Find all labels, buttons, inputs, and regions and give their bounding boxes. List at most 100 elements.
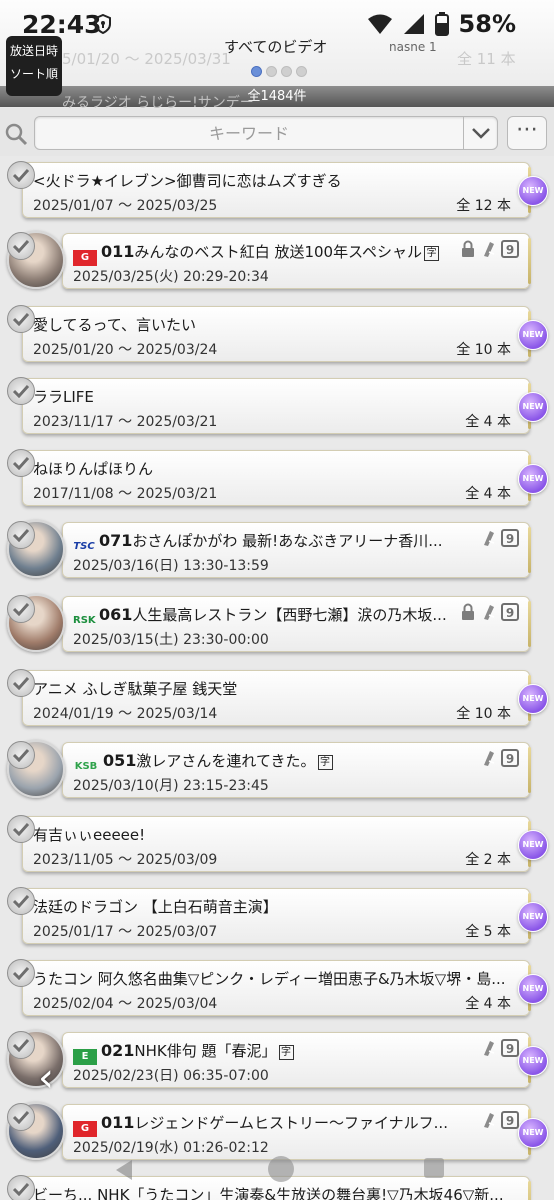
select-checkbox[interactable] <box>7 959 35 987</box>
copy-icon <box>484 751 495 766</box>
new-badge: NEW <box>518 902 548 932</box>
top-header: 22:43 58% 5/01/20 〜 2025/03/31 全 11 本 放送… <box>0 0 554 96</box>
series-row[interactable]: <火ドラ★イレブン>御曹司に恋はムズすぎる 2025/01/07 〜 2025/… <box>0 158 554 220</box>
series-title: ララLIFE <box>33 388 94 406</box>
page-dot[interactable] <box>281 66 292 77</box>
series-row[interactable]: うたコン 阿久悠名曲集▽ピンク・レディー増田恵子&乃木坂▽堺・島... 2025… <box>0 956 554 1018</box>
series-dates: 2017/11/08 〜 2025/03/21 <box>33 486 218 502</box>
series-row[interactable]: 有吉ぃぃeeeee! 2023/11/05 〜 2025/03/09 全 2 本… <box>0 812 554 874</box>
recording-row[interactable]: KSB 051激レアさんを連れてきた。字 2025/03/10(月) 23:15-… <box>0 738 554 800</box>
copy-icon <box>484 1113 495 1128</box>
recording-title: G 011みんなのベスト紅白 放送100年スペシャル字 <box>73 241 440 266</box>
episode-count: 全 10 本 <box>456 342 511 358</box>
select-checkbox[interactable] <box>7 669 35 697</box>
program-title: 激レアさんを連れてきた。 <box>136 752 316 770</box>
keyword-dropdown[interactable] <box>463 117 497 149</box>
device-name[interactable]: nasne 1 <box>389 40 437 54</box>
channel-number: 011 <box>101 242 135 261</box>
select-checkbox[interactable] <box>7 521 35 549</box>
recording-title: TSC 071おさんぽかがわ 最新!あなぶきアリーナ香川... <box>73 530 442 555</box>
svg-text:9: 9 <box>506 752 514 766</box>
select-checkbox[interactable] <box>7 1103 35 1131</box>
more-options-button[interactable]: ⋯ <box>507 116 547 150</box>
ghost-dates: 5/01/20 〜 2025/03/31 <box>62 50 231 68</box>
recording-status-icons: 9 <box>480 749 519 767</box>
recording-row[interactable]: TSC 071おさんぽかがわ 最新!あなぶきアリーナ香川... 2025/03/1… <box>0 518 554 580</box>
status-time: 22:43 <box>22 10 102 39</box>
ghost-count: 全 11 本 <box>457 50 516 68</box>
recording-card[interactable]: KSB 051激レアさんを連れてきた。字 2025/03/10(月) 23:15-… <box>62 742 531 798</box>
series-row[interactable]: 法廷のドラゴン 【上白石萌音主演】 2025/01/17 〜 2025/03/0… <box>0 884 554 946</box>
episode-count: 全 10 本 <box>456 706 511 722</box>
recording-card[interactable]: RSK 061人生最高レストラン【西野七瀬】涙の乃木坂... 2025/03/15… <box>62 596 531 652</box>
series-card[interactable]: ララLIFE 2023/11/17 〜 2025/03/21 全 4 本 <box>22 378 531 434</box>
page-dot[interactable] <box>251 66 262 77</box>
recording-status-icons: 9 <box>480 1039 519 1057</box>
series-card[interactable]: うたコン 阿久悠名曲集▽ピンク・レディー増田恵子&乃木坂▽堺・島... 2025… <box>22 960 531 1016</box>
series-title: 有吉ぃぃeeeee! <box>33 826 146 844</box>
recording-row[interactable]: G 011みんなのベスト紅白 放送100年スペシャル字 2025/03/25(火)… <box>0 229 554 291</box>
back-arrow-icon[interactable]: ‹ <box>38 1058 70 1102</box>
select-checkbox[interactable] <box>7 305 35 333</box>
episode-count: 全 4 本 <box>465 996 511 1012</box>
series-card[interactable]: 有吉ぃぃeeeee! 2023/11/05 〜 2025/03/09 全 2 本 <box>22 816 531 872</box>
channel-number: 021 <box>101 1041 135 1060</box>
select-checkbox[interactable] <box>7 232 35 260</box>
check-icon <box>13 1182 29 1196</box>
nav-back-icon[interactable] <box>112 1158 136 1182</box>
new-badge: NEW <box>518 1118 548 1148</box>
signal-icon <box>403 14 424 34</box>
battery-icon <box>434 12 449 36</box>
keyword-field[interactable] <box>34 116 498 150</box>
series-row[interactable]: ねほりんぱほりん 2017/11/08 〜 2025/03/21 全 4 本 N… <box>0 446 554 508</box>
select-checkbox[interactable] <box>7 595 35 623</box>
select-checkbox[interactable] <box>7 449 35 477</box>
sort-order-button[interactable]: 放送日時 ソート順 <box>6 36 62 96</box>
recording-card[interactable]: E 021NHK俳句 題「春泥」字 2025/02/23(日) 06:35-07:… <box>62 1032 531 1088</box>
status-indicators: 58% <box>367 10 516 38</box>
series-card[interactable]: アニメ ふしぎ駄菓子屋 銭天堂 2024/01/19 〜 2025/03/14 … <box>22 670 531 726</box>
series-card[interactable]: ねほりんぱほりん 2017/11/08 〜 2025/03/21 全 4 本 <box>22 450 531 506</box>
select-checkbox[interactable] <box>7 161 35 189</box>
keyword-input[interactable] <box>35 117 463 149</box>
series-row[interactable]: ララLIFE 2023/11/17 〜 2025/03/21 全 4 本 NEW <box>0 374 554 436</box>
recording-row[interactable]: G 011レジェンドゲームヒストリー〜ファイナルフ... 2025/02/19(水… <box>0 1100 554 1162</box>
page-dot[interactable] <box>266 66 277 77</box>
page-indicator[interactable] <box>251 66 307 77</box>
chevron-down-icon <box>472 128 490 139</box>
channel-number: 061 <box>99 605 133 624</box>
copy-icon <box>484 1041 495 1056</box>
series-card[interactable]: <火ドラ★イレブン>御曹司に恋はムズすぎる 2025/01/07 〜 2025/… <box>22 162 531 218</box>
select-checkbox[interactable] <box>7 887 35 915</box>
channel-logo: TSC <box>73 541 95 552</box>
recording-row[interactable]: E 021NHK俳句 題「春泥」字 2025/02/23(日) 06:35-07:… <box>0 1028 554 1090</box>
episode-count: 全 4 本 <box>465 414 511 430</box>
nav-home-icon[interactable] <box>268 1156 294 1182</box>
select-checkbox[interactable] <box>7 815 35 843</box>
select-checkbox[interactable] <box>7 1031 35 1059</box>
recording-card[interactable]: G 011みんなのベスト紅白 放送100年スペシャル字 2025/03/25(火)… <box>62 233 531 289</box>
select-checkbox[interactable] <box>7 1175 35 1200</box>
page-title: すべてのビデオ <box>224 38 328 56</box>
recording-card[interactable]: TSC 071おさんぽかがわ 最新!あなぶきアリーナ香川... 2025/03/1… <box>62 522 531 578</box>
check-icon <box>13 676 29 690</box>
nav-recent-icon[interactable] <box>424 1158 444 1178</box>
search-icon[interactable] <box>4 122 28 146</box>
series-title: うたコン 阿久悠名曲集▽ピンク・レディー増田恵子&乃木坂▽堺・島... <box>33 970 506 988</box>
series-card[interactable]: 愛してるって、言いたい 2025/01/20 〜 2025/03/24 全 10… <box>22 306 531 362</box>
page-dot[interactable] <box>296 66 307 77</box>
subtitle-badge: 字 <box>278 1045 294 1060</box>
new-badge: NEW <box>518 830 548 860</box>
series-row[interactable]: アニメ ふしぎ駄菓子屋 銭天堂 2024/01/19 〜 2025/03/14 … <box>0 666 554 728</box>
recording-title: RSK 061人生最高レストラン【西野七瀬】涙の乃木坂... <box>73 604 447 629</box>
subtitle-badge: 字 <box>424 246 440 261</box>
search-row: ⋯ <box>0 108 554 156</box>
recording-row[interactable]: RSK 061人生最高レストラン【西野七瀬】涙の乃木坂... 2025/03/15… <box>0 592 554 654</box>
series-card[interactable]: 法廷のドラゴン 【上白石萌音主演】 2025/01/17 〜 2025/03/0… <box>22 888 531 944</box>
new-badge: NEW <box>518 1046 548 1076</box>
video-list[interactable]: <火ドラ★イレブン>御曹司に恋はムズすぎる 2025/01/07 〜 2025/… <box>0 156 554 1200</box>
recording-card[interactable]: G 011レジェンドゲームヒストリー〜ファイナルフ... 2025/02/19(水… <box>62 1104 531 1160</box>
select-checkbox[interactable] <box>7 741 35 769</box>
series-row[interactable]: 愛してるって、言いたい 2025/01/20 〜 2025/03/24 全 10… <box>0 302 554 364</box>
select-checkbox[interactable] <box>7 377 35 405</box>
